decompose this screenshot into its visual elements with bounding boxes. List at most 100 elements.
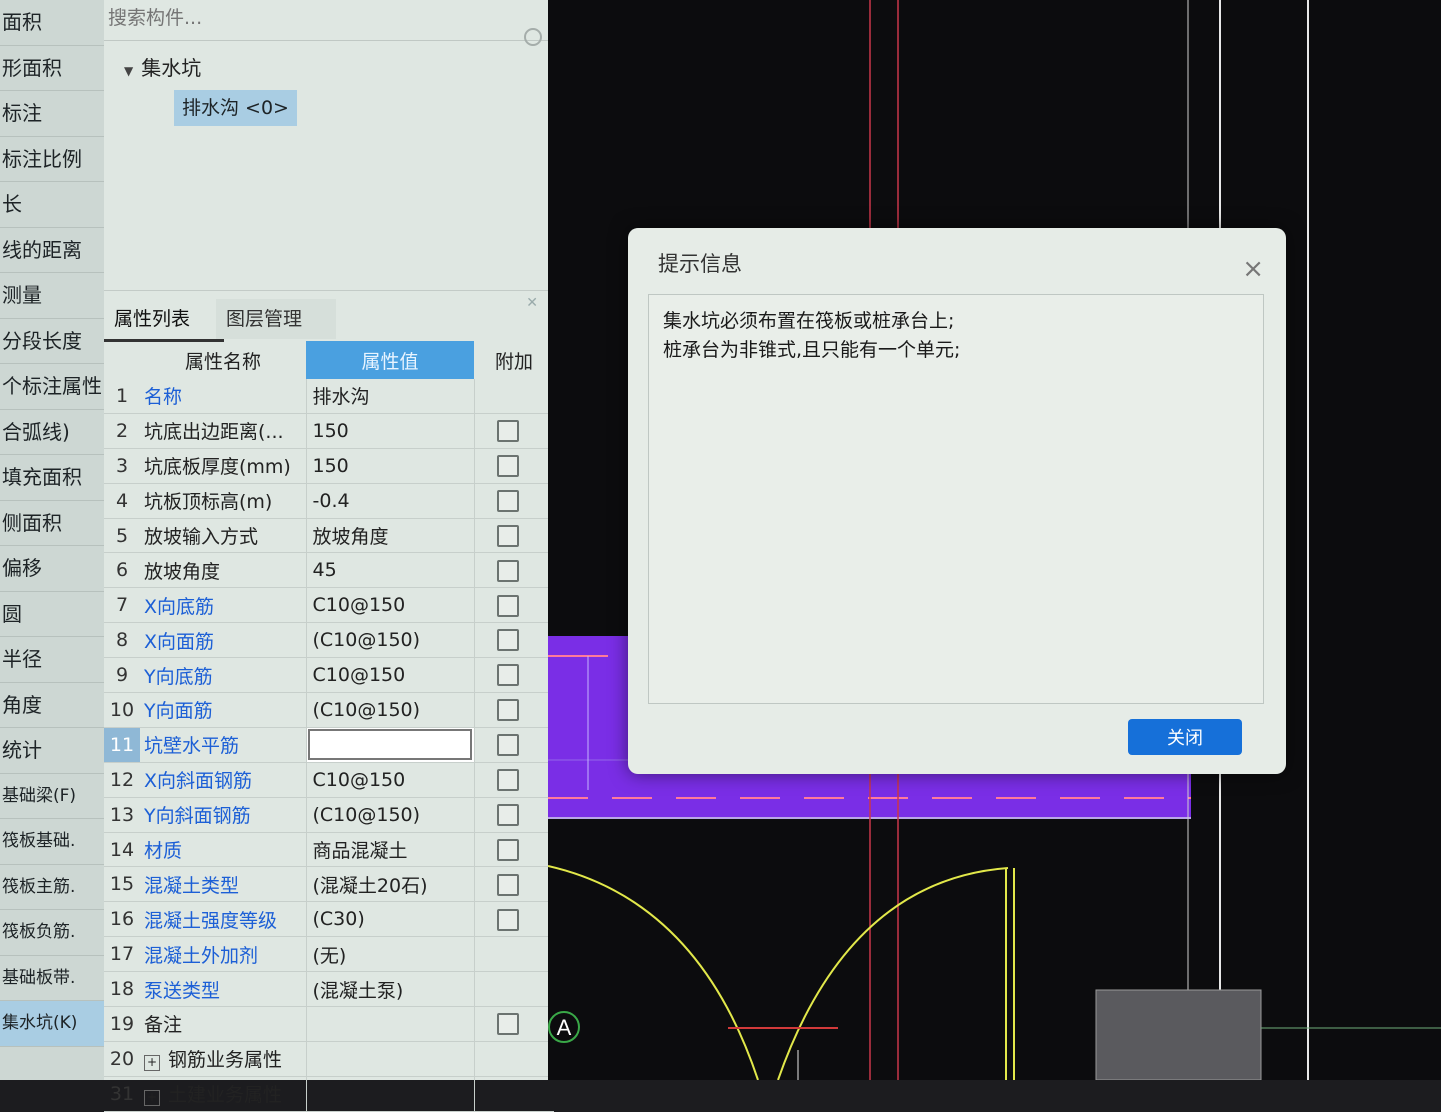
sidebar-item[interactable]: 基础梁(F) (0, 774, 104, 819)
sidebar-item[interactable]: 标注比例 (0, 137, 104, 182)
table-row[interactable]: 19 备注 (104, 1006, 554, 1042)
property-value[interactable]: -0.4 (306, 483, 475, 519)
property-name[interactable]: 备注 (140, 1006, 307, 1042)
property-value[interactable]: (无) (306, 936, 475, 973)
table-row[interactable]: 17 混凝土外加剂 (无) (104, 936, 554, 973)
property-name[interactable]: X向底筋 (140, 587, 307, 624)
table-row[interactable]: 5 放坡输入方式 放坡角度 (104, 518, 554, 554)
sidebar-item[interactable]: 筏板负筋. (0, 910, 104, 956)
checkbox[interactable] (496, 908, 519, 931)
table-row[interactable]: 18 泵送类型 (混凝土泵) (104, 971, 554, 1008)
property-value[interactable]: 排水沟 (306, 379, 475, 414)
expand-icon[interactable]: + (144, 1055, 160, 1072)
property-value[interactable]: (C10@150) (306, 797, 475, 833)
checkbox[interactable] (496, 559, 519, 582)
table-row[interactable]: 11 坑壁水平筋 (104, 727, 554, 763)
sidebar-item[interactable]: 长 (0, 182, 104, 228)
property-value[interactable]: 45 (306, 552, 475, 589)
table-row[interactable]: 3 坑底板厚度(mm) 150 (104, 448, 554, 484)
checkbox[interactable] (496, 803, 519, 826)
property-value[interactable]: (C30) (306, 901, 475, 938)
table-row[interactable]: 16 混凝土强度等级 (C30) (104, 901, 554, 938)
sidebar-item[interactable]: 统计 (0, 728, 104, 774)
property-name[interactable]: X向斜面钢筋 (140, 762, 307, 798)
table-row[interactable]: 20 + 钢筋业务属性 (104, 1041, 554, 1077)
table-row[interactable]: 31 + 土建业务属性 (104, 1076, 554, 1112)
sidebar-item[interactable]: 半径 (0, 637, 104, 683)
property-name[interactable]: Y向斜面钢筋 (140, 797, 307, 833)
property-value[interactable] (306, 1041, 475, 1077)
property-name[interactable]: 放坡输入方式 (140, 518, 307, 554)
property-name[interactable]: 混凝土外加剂 (140, 936, 307, 973)
checkbox[interactable] (496, 454, 519, 477)
property-value[interactable] (306, 1076, 475, 1112)
table-row[interactable]: 9 Y向底筋 C10@150 (104, 657, 554, 694)
property-name[interactable]: Y向面筋 (140, 692, 307, 728)
close-icon[interactable]: × (1242, 256, 1264, 282)
table-row[interactable]: 13 Y向斜面钢筋 (C10@150) (104, 797, 554, 833)
chevron-down-icon[interactable]: ▼ (124, 64, 133, 78)
sidebar-item[interactable]: 分段长度 (0, 319, 104, 364)
table-row[interactable]: 8 X向面筋 (C10@150) (104, 622, 554, 659)
table-row[interactable]: 4 坑板顶标高(m) -0.4 (104, 483, 554, 519)
property-name[interactable]: 名称 (140, 379, 307, 414)
search-input[interactable] (106, 6, 510, 30)
sidebar-item[interactable]: 侧面积 (0, 501, 104, 546)
property-value[interactable]: (混凝土20石) (306, 866, 475, 903)
close-icon[interactable]: ✕ (526, 295, 538, 311)
property-name[interactable]: 材质 (140, 832, 307, 868)
property-name[interactable]: 坑板顶标高(m) (140, 483, 307, 519)
property-name[interactable]: 混凝土类型 (140, 866, 307, 903)
checkbox[interactable] (496, 489, 519, 512)
checkbox[interactable] (496, 768, 519, 791)
property-value[interactable] (306, 1006, 475, 1042)
checkbox[interactable] (496, 1013, 519, 1036)
checkbox[interactable] (496, 629, 519, 652)
property-value[interactable] (306, 727, 475, 763)
sidebar-item[interactable]: 形面积 (0, 46, 104, 91)
sidebar-item[interactable]: 集水坑(K) (0, 1001, 104, 1047)
sidebar-item[interactable]: 筏板主筋. (0, 865, 104, 910)
table-row[interactable]: 2 坑底出边距离(... 150 (104, 413, 554, 449)
property-value[interactable]: C10@150 (306, 587, 475, 624)
checkbox[interactable] (496, 699, 519, 722)
sidebar-item[interactable]: 标注 (0, 91, 104, 137)
property-value[interactable]: 150 (306, 413, 475, 449)
checkbox[interactable] (496, 420, 519, 443)
table-row[interactable]: 1 名称 排水沟 (104, 379, 554, 414)
tree-item-drain[interactable]: 排水沟 <0> (174, 90, 297, 126)
sidebar-item[interactable]: 个标注属性 (0, 364, 104, 410)
checkbox[interactable] (496, 734, 519, 757)
property-value[interactable]: 150 (306, 448, 475, 484)
header-extra[interactable]: 附加 (474, 341, 554, 379)
table-row[interactable]: 15 混凝土类型 (混凝土20石) (104, 866, 554, 903)
tree-node-sump[interactable]: ▼ 集水坑 (124, 52, 201, 81)
checkbox[interactable] (496, 838, 519, 861)
sidebar-item[interactable]: 面积 (0, 0, 104, 46)
property-value[interactable]: 放坡角度 (306, 518, 475, 554)
property-value[interactable]: C10@150 (306, 657, 475, 694)
property-value[interactable]: 商品混凝土 (306, 832, 475, 868)
tab-layers[interactable]: 图层管理 (216, 299, 336, 339)
search-icon[interactable] (524, 28, 542, 46)
property-name[interactable]: + 土建业务属性 (140, 1076, 307, 1112)
property-value[interactable]: (C10@150) (306, 692, 475, 728)
table-row[interactable]: 6 放坡角度 45 (104, 552, 554, 589)
property-name[interactable]: 坑壁水平筋 (140, 727, 307, 763)
sidebar-item[interactable]: 测量 (0, 273, 104, 319)
property-name[interactable]: 坑底板厚度(mm) (140, 448, 307, 484)
property-value[interactable]: (混凝土泵) (306, 971, 475, 1008)
expand-icon[interactable]: + (144, 1090, 160, 1107)
header-value[interactable]: 属性值 (306, 341, 474, 379)
table-row[interactable]: 7 X向底筋 C10@150 (104, 587, 554, 624)
sidebar-item[interactable]: 基础板带. (0, 956, 104, 1001)
property-name[interactable]: 混凝土强度等级 (140, 901, 307, 938)
table-row[interactable]: 12 X向斜面钢筋 C10@150 (104, 762, 554, 798)
tab-properties[interactable]: 属性列表 (104, 299, 224, 342)
property-value[interactable]: (C10@150) (306, 622, 475, 659)
property-name[interactable]: Y向底筋 (140, 657, 307, 694)
sidebar-item[interactable]: 角度 (0, 683, 104, 728)
sidebar-item[interactable]: 合弧线) (0, 410, 104, 455)
sidebar-item[interactable]: 圆 (0, 592, 104, 637)
checkbox[interactable] (496, 873, 519, 896)
